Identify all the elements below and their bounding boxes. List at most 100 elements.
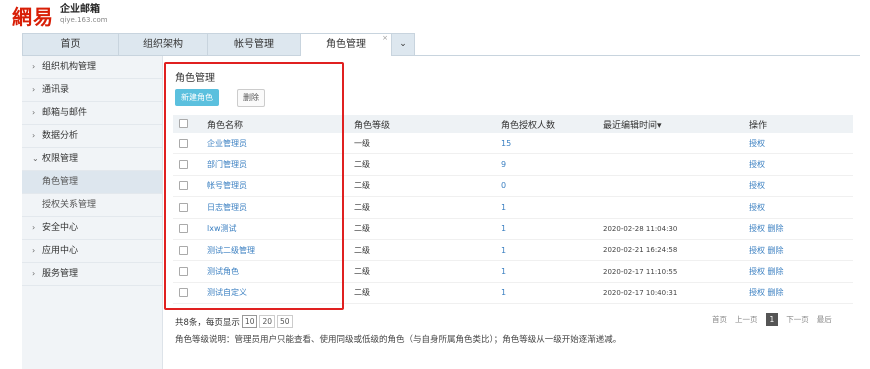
row-checkbox[interactable]: [179, 202, 188, 212]
delete-link[interactable]: 删除: [768, 224, 784, 233]
table-row: 部门管理员 二级 9 授权: [173, 153, 853, 176]
auth-count-link[interactable]: 0: [501, 181, 506, 190]
tab-role-management[interactable]: 角色管理 ×: [300, 33, 392, 56]
row-select-cell: [173, 282, 207, 305]
role-level: 二级: [354, 239, 501, 262]
role-name-link[interactable]: 部门管理员: [207, 160, 247, 169]
chevron-down-icon: ⌄: [32, 154, 39, 163]
sidebar-item-permissions[interactable]: ⌄ 权限管理: [22, 148, 162, 171]
role-level: 一级: [354, 133, 501, 155]
authorize-link[interactable]: 授权: [749, 288, 765, 297]
role-name-link[interactable]: 日志管理员: [207, 203, 247, 212]
tab-close-icon[interactable]: ×: [382, 28, 388, 49]
delete-button[interactable]: 删除: [237, 89, 265, 107]
chevron-right-icon: ›: [32, 108, 36, 117]
role-level: 二级: [354, 175, 501, 198]
auth-count-link[interactable]: 15: [501, 139, 511, 148]
authorize-link[interactable]: 授权: [749, 267, 765, 276]
table-row: 企业管理员 一级 15 授权: [173, 133, 853, 155]
select-all-checkbox[interactable]: [179, 119, 188, 128]
delete-link[interactable]: 删除: [768, 246, 784, 255]
row-checkbox[interactable]: [179, 181, 188, 191]
pager-current[interactable]: 1: [765, 313, 779, 326]
role-level: 二级: [354, 260, 501, 283]
page-size-option[interactable]: 10: [241, 315, 258, 328]
sidebar-item-security[interactable]: › 安全中心: [22, 217, 162, 240]
sidebar-item-contacts[interactable]: › 通讯录: [22, 79, 162, 102]
edit-time: [603, 175, 749, 198]
sidebar-item-label: 通讯录: [42, 85, 70, 95]
column-header-actions: 操作: [749, 115, 853, 133]
logo: 網易 企业邮箱 qiye.163.com: [12, 2, 108, 29]
table-row: 帐号管理员 二级 0 授权: [173, 175, 853, 198]
page-title: 角色管理: [175, 73, 215, 84]
sidebar-item-analytics[interactable]: › 数据分析: [22, 125, 162, 148]
edit-time: 2020-02-21 16:24:58: [603, 239, 749, 262]
column-header-edit-time[interactable]: 最近编辑时间▾: [603, 115, 749, 133]
tab-org-structure[interactable]: 组织架构: [118, 33, 208, 55]
role-name-link[interactable]: 帐号管理员: [207, 181, 247, 190]
auth-count-link[interactable]: 1: [501, 288, 506, 297]
auth-count-link[interactable]: 9: [501, 160, 506, 169]
tab-home[interactable]: 首页: [22, 33, 119, 55]
role-name-link[interactable]: 企业管理员: [207, 139, 247, 148]
page-size-option[interactable]: 20: [259, 315, 276, 328]
sidebar-item-org[interactable]: › 组织机构管理: [22, 56, 162, 79]
chevron-right-icon: ›: [32, 246, 36, 255]
edit-time: [603, 153, 749, 176]
pager-first[interactable]: 首页: [712, 314, 727, 325]
table-row: 测试角色 二级 1 2020-02-17 11:10:55 授权 删除: [173, 260, 853, 283]
sidebar-item-services[interactable]: › 服务管理: [22, 263, 162, 286]
sidebar-item-mailbox[interactable]: › 邮箱与邮件: [22, 102, 162, 125]
role-name-link[interactable]: 测试自定义: [207, 288, 247, 297]
page-size-option[interactable]: 50: [277, 315, 293, 328]
sidebar-item-role-management[interactable]: 角色管理: [22, 171, 162, 194]
pager-next[interactable]: 下一页: [786, 314, 809, 325]
auth-count-link[interactable]: 1: [501, 267, 506, 276]
role-level-note: 角色等级说明：管理员用户只能查看、使用同级或低级的角色（与自身所属角色类比）；角…: [175, 335, 622, 345]
tab-label: 首页: [60, 39, 81, 50]
page-size-selector: 共8条，每页显示 10 20 50: [175, 315, 293, 328]
tab-bar: 首页 组织架构 帐号管理 角色管理 × ⌄: [22, 33, 860, 56]
delete-link[interactable]: 删除: [768, 288, 784, 297]
sidebar: › 组织机构管理 › 通讯录 › 邮箱与邮件 › 数据分析 ⌄ 权限管理 角色管理 授权关…: [22, 56, 163, 369]
role-name-link[interactable]: 测试角色: [207, 267, 239, 276]
tab-more-button[interactable]: ⌄: [391, 33, 415, 55]
authorize-link[interactable]: 授权: [749, 246, 765, 255]
delete-link[interactable]: 删除: [768, 267, 784, 276]
total-summary: 共8条，每页显示: [175, 317, 240, 328]
new-role-button[interactable]: 新建角色: [175, 89, 219, 106]
table-header-row: 角色名称 角色等级 角色授权人数 最近编辑时间▾ 操作: [173, 115, 853, 133]
row-select-cell: [173, 239, 207, 262]
tab-label: 帐号管理: [234, 39, 274, 50]
tab-label: 组织架构: [143, 39, 183, 50]
role-name-link[interactable]: lxw测试: [207, 224, 237, 233]
sidebar-item-apps[interactable]: › 应用中心: [22, 240, 162, 263]
sidebar-item-label: 服务管理: [42, 269, 79, 279]
edit-time: 2020-02-28 11:04:30: [603, 218, 749, 240]
authorize-link[interactable]: 授权: [749, 203, 765, 212]
auth-count-link[interactable]: 1: [501, 224, 506, 233]
row-select-cell: [173, 260, 207, 283]
edit-time: 2020-02-17 10:40:31: [603, 282, 749, 305]
row-checkbox[interactable]: [179, 267, 188, 277]
authorize-link[interactable]: 授权: [749, 160, 765, 169]
authorize-link[interactable]: 授权: [749, 139, 765, 148]
row-checkbox[interactable]: [179, 224, 188, 234]
pager-prev[interactable]: 上一页: [735, 314, 758, 325]
auth-count-link[interactable]: 1: [501, 203, 506, 212]
chevron-right-icon: ›: [32, 269, 36, 278]
sidebar-item-auth-relations[interactable]: 授权关系管理: [22, 194, 162, 217]
row-checkbox[interactable]: [179, 288, 188, 298]
authorize-link[interactable]: 授权: [749, 181, 765, 190]
role-name-link[interactable]: 测试二级管理: [207, 246, 255, 255]
tab-account-management[interactable]: 帐号管理: [207, 33, 301, 55]
auth-count-link[interactable]: 1: [501, 246, 506, 255]
authorize-link[interactable]: 授权: [749, 224, 765, 233]
row-checkbox[interactable]: [179, 160, 188, 170]
sidebar-item-label: 权限管理: [42, 154, 79, 164]
pager-last[interactable]: 最后: [817, 314, 832, 325]
row-checkbox[interactable]: [179, 138, 188, 148]
row-checkbox[interactable]: [179, 245, 188, 255]
sidebar-item-label: 应用中心: [42, 246, 79, 256]
